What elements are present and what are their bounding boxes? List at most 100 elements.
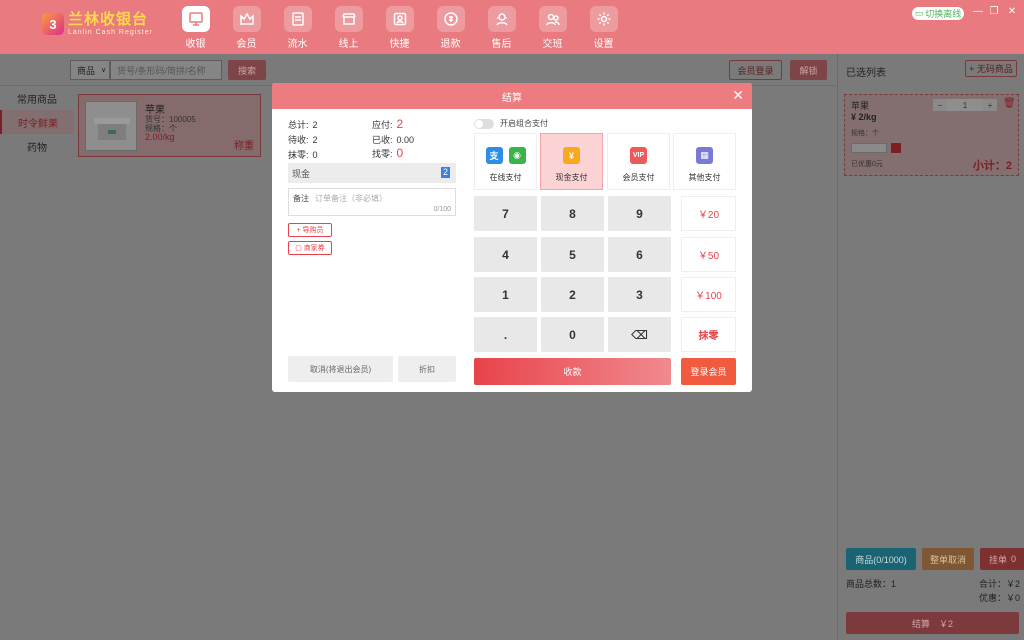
- category-common[interactable]: 常用商品: [0, 86, 74, 110]
- stat-received: 已收: 0.00: [372, 135, 415, 145]
- restore-button[interactable]: ❐: [987, 6, 1001, 17]
- guide-button[interactable]: + 导购员: [288, 223, 332, 237]
- nav-ledger[interactable]: 流水: [272, 6, 323, 50]
- discount-button[interactable]: 折扣: [398, 356, 456, 382]
- stat-change: 找零: 0: [372, 146, 404, 160]
- gear-icon: [597, 12, 610, 26]
- close-window-button[interactable]: ✕: [1005, 6, 1019, 17]
- combo-pay-toggle-row[interactable]: 开启组合支付: [474, 118, 548, 129]
- unlock-button[interactable]: 解锁: [790, 60, 827, 80]
- selected-list-panel: 已选列表 + 无码商品 苹果 ¥ 2/kg 规格：个 已优惠0元 − 1 + 🗑…: [837, 54, 1024, 640]
- chevron-down-icon: ∨: [101, 67, 107, 74]
- round-off-button[interactable]: 抹零: [681, 317, 736, 352]
- pay-member[interactable]: VIP 会员支付: [607, 133, 670, 190]
- key-0[interactable]: 0: [541, 317, 604, 352]
- remark-count: 0/100: [433, 206, 451, 213]
- cancel-order-button[interactable]: 整单取消: [922, 548, 974, 570]
- qty-input[interactable]: 1: [947, 99, 983, 111]
- quick-50[interactable]: ￥50: [681, 237, 736, 272]
- key-3[interactable]: 3: [608, 277, 671, 312]
- quick-100[interactable]: ￥100: [681, 277, 736, 312]
- cart-item-spec: 规格：个: [851, 130, 879, 137]
- checkout-button[interactable]: 结算 ￥2: [846, 612, 1019, 634]
- nav-shortcut[interactable]: 快捷: [374, 6, 425, 50]
- key-7[interactable]: 7: [474, 196, 537, 231]
- key-dot[interactable]: .: [474, 317, 537, 352]
- nav-online[interactable]: 线上: [323, 6, 374, 50]
- key-1[interactable]: 1: [474, 277, 537, 312]
- search-input[interactable]: 货号/条形码/简拼/名称: [110, 60, 222, 80]
- product-image: [85, 101, 137, 151]
- scale-icon: [94, 118, 130, 140]
- trash-icon[interactable]: 🗑: [1003, 98, 1016, 109]
- member-login-button[interactable]: 会员登录: [729, 60, 782, 80]
- qty-increase-button[interactable]: +: [983, 99, 997, 111]
- crown-icon: [239, 12, 254, 25]
- login-member-button[interactable]: 登录会员: [681, 358, 736, 385]
- key-9[interactable]: 9: [608, 196, 671, 231]
- cancel-exit-member-button[interactable]: 取消(将退出会员): [288, 356, 393, 382]
- pay-online[interactable]: 支 ◉ 在线支付: [474, 133, 537, 190]
- key-5[interactable]: 5: [541, 237, 604, 272]
- cash-icon: ¥: [563, 147, 580, 164]
- grid-icon: ▦: [696, 147, 713, 164]
- refund-icon: [443, 12, 458, 26]
- remark-field[interactable]: 备注 订单备注（非必填） 0/100: [288, 188, 456, 216]
- product-card[interactable]: 苹果 货号：100005 规格：个 2.00/kg 称重: [78, 94, 261, 157]
- key-8[interactable]: 8: [541, 196, 604, 231]
- main-nav: 收银 会员 流水 线上 快捷 退款 售后 交班 设置: [170, 6, 629, 50]
- key-6[interactable]: 6: [608, 237, 671, 272]
- backspace-icon[interactable]: ⌫: [608, 317, 671, 352]
- nav-member[interactable]: 会员: [221, 6, 272, 50]
- remark-input[interactable]: 订单备注（非必填）: [315, 193, 387, 204]
- quick-20[interactable]: ￥20: [681, 196, 736, 231]
- shortcut-icon: [393, 12, 406, 26]
- collect-button[interactable]: 收款: [474, 358, 671, 385]
- nav-settings[interactable]: 设置: [578, 6, 629, 50]
- vip-icon: VIP: [630, 147, 647, 164]
- goods-count-button[interactable]: 商品(0/1000): [846, 548, 916, 570]
- cash-input[interactable]: 现金 2: [288, 163, 456, 183]
- nav-aftersale[interactable]: 售后: [476, 6, 527, 50]
- search-button[interactable]: 搜索: [228, 60, 266, 80]
- stat-payable: 应付: 2: [372, 117, 404, 131]
- category-medicine[interactable]: 药物: [0, 134, 74, 158]
- close-icon[interactable]: ✕: [732, 88, 744, 102]
- cart-discount-note: 已优惠0元: [851, 161, 883, 168]
- minimize-button[interactable]: —: [971, 6, 985, 17]
- guide-input[interactable]: [851, 143, 887, 153]
- combo-pay-toggle[interactable]: [474, 118, 494, 129]
- alipay-icon: 支: [485, 147, 503, 164]
- switch-offline-button[interactable]: ▭ 切换离线: [912, 7, 964, 20]
- dialog-header: 结算 ✕: [272, 83, 752, 109]
- weighing-tag: 称重: [234, 141, 254, 152]
- nav-refund[interactable]: 退款: [425, 6, 476, 50]
- add-unbarcoded-button[interactable]: + 无码商品: [965, 60, 1017, 77]
- logo-icon: 3: [42, 13, 64, 35]
- pay-other[interactable]: ▦ 其他支付: [673, 133, 736, 190]
- shift-icon: [545, 13, 560, 26]
- qty-decrease-button[interactable]: −: [933, 99, 947, 111]
- key-2[interactable]: 2: [541, 277, 604, 312]
- ledger-icon: [291, 12, 304, 26]
- coupon-button[interactable]: ▢ 商家券: [288, 241, 332, 255]
- app-logo: 3 兰林收银台 Lanlin Cash Register: [42, 12, 153, 36]
- tag-icon[interactable]: [891, 143, 901, 153]
- nav-cashier[interactable]: 收银: [170, 6, 221, 50]
- store-icon: [341, 13, 356, 25]
- cashier-icon: [188, 12, 203, 26]
- dialog-title: 结算: [502, 92, 522, 104]
- selected-list-title: 已选列表: [846, 68, 886, 79]
- key-4[interactable]: 4: [474, 237, 537, 272]
- pay-cash[interactable]: ¥ 现金支付: [540, 133, 603, 190]
- total-amount: 合计：￥2: [978, 579, 1020, 589]
- cart-item: 苹果 ¥ 2/kg 规格：个 已优惠0元 − 1 + 🗑 小计：2: [844, 94, 1019, 176]
- aftersale-icon: [495, 13, 508, 26]
- ticket-icon: ▢: [295, 245, 302, 252]
- top-bar: 3 兰林收银台 Lanlin Cash Register 收银 会员 流水 线上…: [0, 0, 1024, 54]
- nav-shift[interactable]: 交班: [527, 6, 578, 50]
- hang-order-button[interactable]: 挂单 0: [980, 548, 1024, 570]
- cart-subtotal: 小计：2: [972, 160, 1012, 172]
- category-seasonal-fruit[interactable]: 时令鲜果: [0, 110, 74, 134]
- category-select[interactable]: 商品 ∨: [70, 60, 110, 80]
